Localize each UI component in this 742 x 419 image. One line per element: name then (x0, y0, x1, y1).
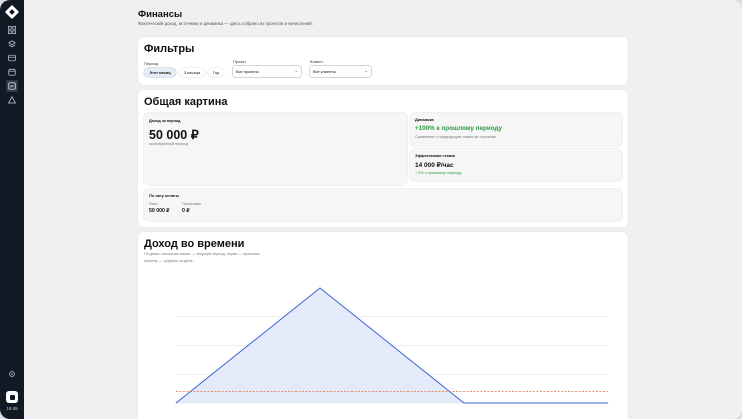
filters-card: Фильтры (138, 37, 628, 85)
settings-icon[interactable] (7, 369, 17, 379)
data-point (319, 287, 321, 289)
client-label: Клиент (310, 59, 324, 64)
clock-time: 19:45 (6, 406, 18, 411)
grid-icon[interactable] (7, 25, 17, 35)
page-title: Финансы (138, 9, 183, 20)
overview-title: Общая картина (144, 96, 228, 108)
period-option-this-month[interactable]: Этот месяц (144, 68, 176, 77)
data-point (175, 402, 177, 404)
income-panel: Доход за период 50 000 ₽ за выбранный пе… (144, 113, 407, 185)
chevron-down-icon: ⌄ (294, 68, 298, 73)
income-chart (175, 287, 609, 404)
income-chart-card: Доход во времени По дням: сплошная линия… (138, 232, 628, 419)
efficiency-value: 14 000 ₽/час (415, 162, 454, 169)
payment-type-label: Почасовка (182, 202, 201, 206)
period-option-year[interactable]: Год (208, 68, 224, 77)
avatar[interactable] (6, 391, 18, 403)
payment-type-panel: По типу оплаты Фикс 50 000 ₽ Почасовка 0… (144, 189, 622, 221)
chevron-down-icon: ⌄ (364, 68, 368, 73)
calendar-icon[interactable] (7, 67, 17, 77)
dynamics-value: +100% к прошлому периоду (415, 125, 503, 132)
dynamics-note: Сравнение с предыдущим таким же отрезком (415, 135, 496, 139)
payment-type-value: 50 000 ₽ (149, 208, 170, 214)
payment-type-label: Фикс (149, 202, 158, 206)
project-select[interactable]: Все проекты ⌄ (233, 66, 301, 77)
period-option-3-months[interactable]: 3 месяца (179, 68, 205, 77)
filters-title: Фильтры (144, 43, 195, 55)
efficiency-label: Эффективная ставка (415, 154, 455, 158)
overview-card: Общая картина Доход за период 50 000 ₽ з… (138, 90, 628, 227)
client-select-value: Все клиенты (313, 69, 336, 74)
dynamics-panel: Динамика +100% к прошлому периоду Сравне… (410, 113, 622, 146)
income-value: 50 000 ₽ (149, 128, 199, 142)
project-select-value: Все проекты (236, 69, 259, 74)
period-label: Период (144, 61, 159, 66)
dynamics-label: Динамика (415, 118, 434, 122)
data-point (463, 402, 465, 404)
payment-type-title: По типу оплаты (149, 194, 179, 198)
alert-icon[interactable] (7, 95, 17, 105)
data-point (607, 402, 609, 404)
sidebar: 19:45 (0, 0, 24, 419)
finance-icon[interactable] (6, 80, 18, 92)
efficiency-panel: Эффективная ставка 14 000 ₽/час + 0% к п… (410, 149, 622, 181)
logo-icon[interactable] (4, 4, 20, 20)
efficiency-note: + 0% к прошлому периоду (415, 171, 462, 175)
income-label: Доход за период (149, 119, 181, 123)
payment-type-value: 0 ₽ (182, 208, 190, 214)
app-window: 19:45 Финансы Фактический доход, источни… (0, 0, 742, 419)
page-subtitle: Фактический доход, источники и динамика … (138, 21, 313, 26)
client-select[interactable]: Все клиенты ⌄ (310, 66, 371, 77)
folder-icon[interactable] (7, 53, 17, 63)
income-note: за выбранный период (149, 142, 188, 146)
project-label: Проект (233, 59, 247, 64)
layers-icon[interactable] (7, 39, 17, 49)
